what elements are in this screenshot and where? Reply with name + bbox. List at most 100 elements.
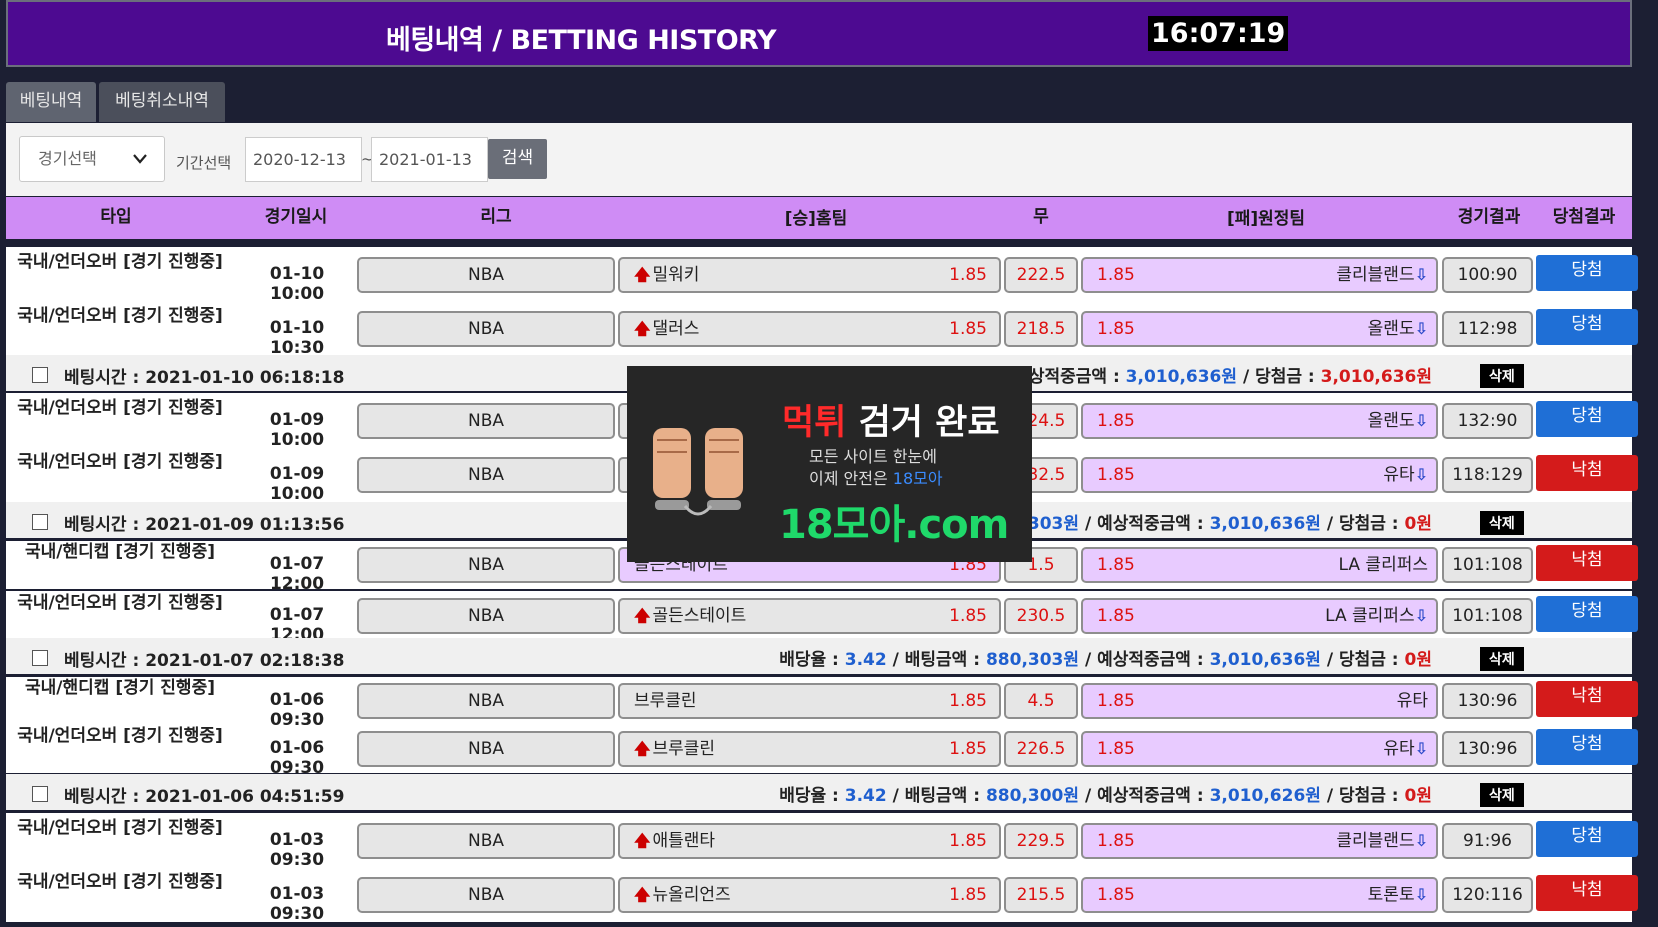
score-cell: 101:108 (1442, 547, 1533, 583)
home-team-name: 브루클린 (634, 691, 697, 711)
result-badge: 낙첨 (1536, 681, 1638, 717)
table-row: 국내/언더오버 [경기 진행중] 01-07 12:00 NBA 🡅 골든스테이트 1.8… (6, 591, 1638, 645)
bet-stats: 배당율 : 3.42 / 배팅금액 : 880,300원 / 예상적중금액 : … (779, 781, 1432, 806)
away-team-cell[interactable]: 1.85 유타⇩ (1081, 457, 1438, 493)
result-badge: 당첨 (1536, 254, 1638, 291)
league-cell: NBA (357, 547, 615, 583)
away-team-name: 클리블랜드 (1336, 264, 1415, 285)
raised-fists-icon (653, 428, 743, 516)
delete-button[interactable]: 삭제 (1480, 647, 1524, 671)
rate-value: 3.42 (844, 786, 887, 806)
league-cell: NBA (357, 877, 615, 913)
match-time: 01-09 10:00 (269, 409, 325, 450)
score-cell: 130:96 (1442, 731, 1533, 767)
score-cell: 130:96 (1442, 683, 1533, 719)
home-team-cell[interactable]: 🡅 뉴올리언즈 1.85 (618, 877, 1001, 913)
filter-bar: 경기선택 기간선택 2020-12-13 ~ 2021-01-13 검색 (6, 123, 1632, 196)
search-button[interactable]: 검색 (488, 139, 547, 179)
away-team-cell[interactable]: 1.85 LA 클리퍼스 (1081, 547, 1438, 583)
amount-label: / 배팅금액 : (886, 650, 986, 670)
col-result: 당첨결과 (1552, 207, 1616, 227)
win-label: / 당첨금 : (1320, 514, 1405, 534)
away-team-label: 유타⇩ (1383, 459, 1428, 491)
expected-value: 3,010,626원 (1209, 786, 1321, 806)
draw-cell[interactable]: 222.5 (1004, 256, 1078, 293)
draw-cell[interactable]: 215.5 (1004, 877, 1078, 913)
draw-cell[interactable]: 230.5 (1004, 597, 1078, 634)
arrow-up-icon: 🡅 (634, 739, 651, 758)
away-team-name: 클리블랜드 (1336, 830, 1415, 851)
bet-type: 국내/언더오버 [경기 진행중] (17, 251, 223, 272)
home-team-cell[interactable]: 🡅 댈러스 1.85 (618, 311, 1001, 347)
away-team-cell[interactable]: 1.85 클리블랜드⇩ (1081, 256, 1438, 293)
home-odds: 1.85 (949, 319, 987, 339)
watermark-site: 18모아.com (779, 502, 1009, 548)
home-team-name: 뉴올리언즈 (652, 885, 731, 905)
col-datetime: 경기일시 (264, 207, 328, 227)
match-time: 01-03 09:30 (269, 829, 325, 870)
away-team-cell[interactable]: 1.85 LA 클리퍼스⇩ (1081, 597, 1438, 634)
draw-cell[interactable]: 218.5 (1004, 311, 1078, 347)
draw-cell[interactable]: 226.5 (1004, 731, 1078, 767)
home-team-name: 브루클린 (652, 739, 716, 759)
bet-type: 국내/언더오버 [경기 진행중] (17, 452, 223, 472)
bet-summary: 베팅시간 : 2021-01-06 04:51:59 배당율 : 3.42 / 배… (6, 774, 1632, 810)
delete-button[interactable]: 삭제 (1480, 783, 1524, 807)
arrow-down-icon: ⇩ (1414, 885, 1428, 904)
tab-betting-history[interactable]: 베팅내역 (6, 82, 96, 122)
away-odds: 1.85 (1097, 739, 1135, 759)
bet-type: 국내/언더오버 [경기 진행중] (17, 872, 223, 892)
date-from-input[interactable]: 2020-12-13 (245, 137, 362, 182)
league-cell: NBA (357, 256, 615, 293)
tab-cancelled-bets[interactable]: 베팅취소내역 (99, 82, 225, 122)
home-team-cell[interactable]: 🡅 애틀랜타 1.85 (618, 822, 1001, 859)
draw-cell[interactable]: 229.5 (1004, 822, 1078, 859)
watermark-headline: 먹튀 검거 완료 (782, 403, 1000, 443)
away-team-cell[interactable]: 1.85 유타⇩ (1081, 731, 1438, 767)
bet-checkbox[interactable] (32, 650, 48, 666)
away-team-cell[interactable]: 1.85 토론토⇩ (1081, 877, 1438, 913)
bet-stats: 배당율 : 3.42 / 배팅금액 : 880,303원 / 예상적중금액 : … (779, 645, 1432, 670)
bet-time: 베팅시간 : 2021-01-07 02:18:38 (64, 651, 345, 671)
result-badge: 낙첨 (1536, 455, 1638, 491)
match-time: 01-07 12:00 (269, 554, 325, 594)
delete-button[interactable]: 삭제 (1480, 364, 1524, 388)
score-cell: 118:129 (1442, 457, 1533, 493)
league-cell: NBA (357, 402, 615, 439)
date-to-input[interactable]: 2021-01-13 (371, 137, 488, 182)
away-team-label: 유타 (1397, 685, 1428, 717)
draw-cell[interactable]: 4.5 (1004, 683, 1078, 719)
home-team-cell[interactable]: 🡅 밀워키 1.85 (618, 256, 1001, 293)
arrow-down-icon: ⇩ (1414, 410, 1428, 430)
bet-checkbox[interactable] (32, 367, 48, 383)
home-team-cell[interactable]: 브루클린 1.85 (618, 683, 1001, 719)
bet-checkbox[interactable] (32, 786, 48, 802)
arrow-down-icon: ⇩ (1414, 465, 1428, 484)
page-title: 베팅내역 / BETTING HISTORY (386, 25, 777, 56)
score-cell: 112:98 (1442, 311, 1533, 347)
delete-button[interactable]: 삭제 (1480, 511, 1524, 535)
home-team-cell[interactable]: 🡅 골든스테이트 1.85 (618, 597, 1001, 634)
amount-label: / 배팅금액 : (886, 786, 986, 806)
bet-type: 국내/언더오버 [경기 진행중] (17, 592, 223, 613)
bet-time: 베팅시간 : 2021-01-10 06:18:18 (64, 368, 345, 388)
game-select[interactable]: 경기선택 (19, 136, 165, 182)
league-cell: NBA (357, 597, 615, 634)
arrow-down-icon: ⇩ (1414, 605, 1428, 625)
col-home: [승]홈팀 (784, 209, 848, 229)
arrow-down-icon: ⇩ (1414, 264, 1428, 284)
home-odds: 1.85 (949, 885, 987, 905)
away-team-name: 유타 (1383, 739, 1415, 759)
home-team-cell[interactable]: 🡅 브루클린 1.85 (618, 731, 1001, 767)
bet-type: 국내/언더오버 [경기 진행중] (17, 817, 223, 838)
bet-checkbox[interactable] (32, 514, 48, 530)
away-team-name: 올랜도 (1367, 319, 1415, 339)
amount-value: 880,303원 (985, 650, 1080, 670)
game-select-value: 경기선택 (38, 149, 97, 168)
away-team-cell[interactable]: 1.85 클리블랜드⇩ (1081, 822, 1438, 859)
league-cell: NBA (357, 311, 615, 347)
win-label: / 당첨금 : (1237, 367, 1321, 387)
away-team-cell[interactable]: 1.85 올랜도⇩ (1081, 311, 1438, 347)
away-team-cell[interactable]: 1.85 유타 (1081, 683, 1438, 719)
away-team-cell[interactable]: 1.85 올랜도⇩ (1081, 402, 1438, 439)
